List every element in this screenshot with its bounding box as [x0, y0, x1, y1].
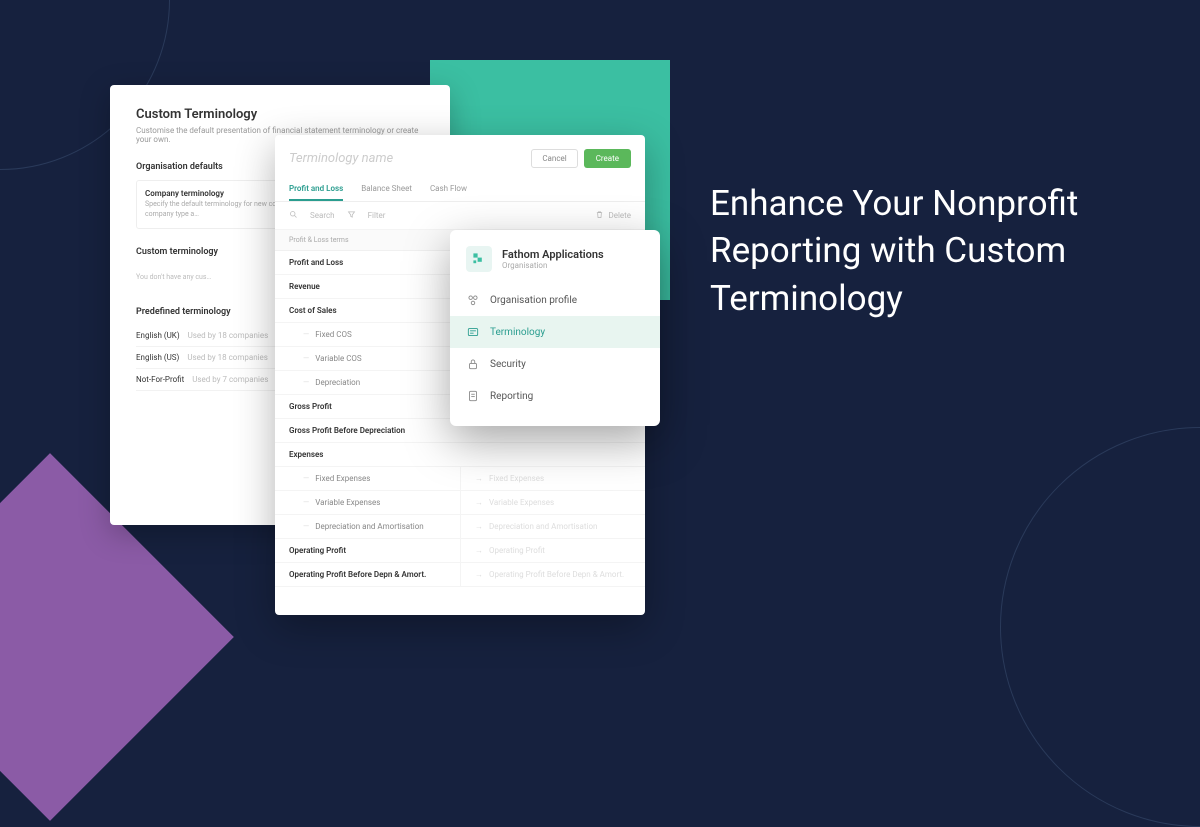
reporting-icon	[466, 389, 480, 403]
profile-icon	[466, 293, 480, 307]
delete-icon[interactable]	[595, 210, 604, 221]
term-split-row[interactable]: Depreciation and AmortisationDepreciatio…	[275, 515, 645, 539]
org-name: Fathom Applications	[502, 248, 604, 261]
terminology-name: English (UK)	[136, 331, 180, 340]
terminology-name: English (US)	[136, 353, 179, 362]
delete-label[interactable]: Delete	[608, 211, 631, 220]
sidebar-item-label: Security	[490, 359, 526, 370]
terminology-icon	[466, 325, 480, 339]
terminology-name: Not-For-Profit	[136, 375, 184, 384]
term-source: Depreciation and Amortisation	[275, 515, 460, 538]
sidebar-item-reporting[interactable]: Reporting	[450, 380, 660, 412]
terminology-name-input[interactable]: Terminology name	[289, 151, 393, 166]
term-split-row[interactable]: Operating Profit Before Depn & Amort.Ope…	[275, 563, 645, 587]
cancel-button[interactable]: Cancel	[531, 149, 577, 168]
sidebar-item-terminology[interactable]: Terminology	[450, 316, 660, 348]
term-source: Fixed Expenses	[275, 467, 460, 490]
term-split-row[interactable]: Fixed ExpensesFixed Expenses	[275, 467, 645, 491]
sidebar-item-label: Terminology	[490, 327, 545, 338]
sidebar-item-security[interactable]: Security	[450, 348, 660, 380]
decorative-ring-bottom-right	[1000, 427, 1200, 827]
term-target: Operating Profit	[460, 539, 645, 562]
terminology-usage: Used by 18 companies	[187, 353, 268, 362]
term-source: Operating Profit	[275, 539, 460, 562]
terminology-usage: Used by 7 companies	[192, 375, 268, 384]
search-label[interactable]: Search	[310, 211, 335, 220]
sidebar-item-organisation-profile[interactable]: Organisation profile	[450, 284, 660, 316]
terminology-usage: Used by 18 companies	[188, 331, 269, 340]
org-sub-label: Organisation	[502, 261, 604, 270]
tab-balance-sheet[interactable]: Balance Sheet	[361, 178, 412, 201]
tab-cash-flow[interactable]: Cash Flow	[430, 178, 467, 201]
term-source: Operating Profit Before Depn & Amort.	[275, 563, 460, 586]
filter-icon[interactable]	[347, 210, 356, 221]
search-icon[interactable]	[289, 210, 298, 221]
create-button[interactable]: Create	[584, 149, 631, 168]
hero-headline: Enhance Your Nonprofit Reporting with Cu…	[710, 180, 1130, 322]
term-split-row[interactable]: Variable ExpensesVariable Expenses	[275, 491, 645, 515]
security-icon	[466, 357, 480, 371]
term-target: Variable Expenses	[460, 491, 645, 514]
page-title: Custom Terminology	[136, 107, 424, 122]
sidebar-item-label: Reporting	[490, 391, 533, 402]
org-logo-icon	[466, 246, 492, 272]
sidebar-item-label: Organisation profile	[490, 295, 577, 306]
term-target: Fixed Expenses	[460, 467, 645, 490]
term-row[interactable]: Expenses	[275, 443, 645, 467]
term-split-row[interactable]: Operating ProfitOperating Profit	[275, 539, 645, 563]
filter-label[interactable]: Filter	[368, 211, 386, 220]
tab-profit-and-loss[interactable]: Profit and Loss	[289, 178, 343, 201]
term-target: Depreciation and Amortisation	[460, 515, 645, 538]
term-source: Variable Expenses	[275, 491, 460, 514]
term-target: Operating Profit Before Depn & Amort.	[460, 563, 645, 586]
org-nav-popover: Fathom Applications Organisation Organis…	[450, 230, 660, 426]
